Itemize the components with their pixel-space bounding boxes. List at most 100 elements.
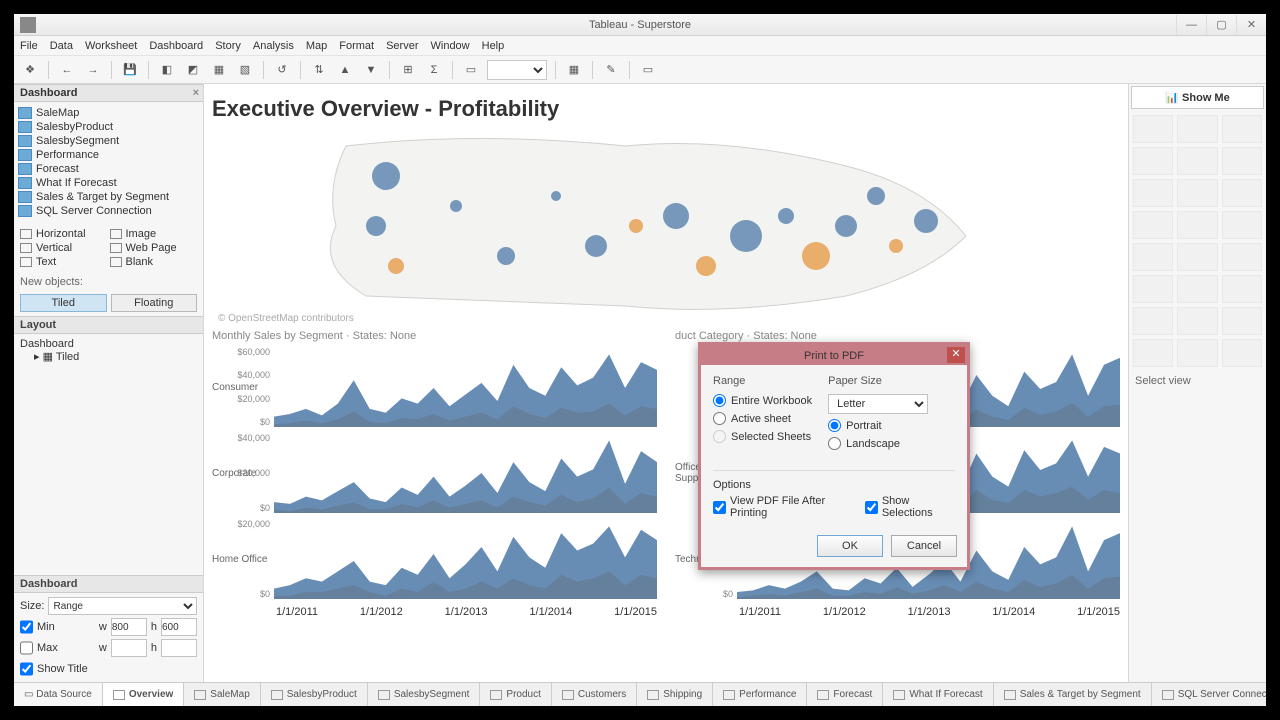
sheet-item[interactable]: Forecast bbox=[16, 162, 201, 176]
showme-thumb[interactable] bbox=[1177, 243, 1217, 271]
sale-map[interactable]: © OpenStreetMap contributors bbox=[214, 126, 1118, 326]
showme-thumb[interactable] bbox=[1133, 243, 1173, 271]
showme-thumb[interactable] bbox=[1177, 275, 1217, 303]
back-icon[interactable]: ← bbox=[57, 60, 77, 80]
show-selections-checkbox[interactable] bbox=[865, 501, 878, 514]
tab-salemap[interactable]: SaleMap bbox=[184, 683, 260, 706]
landscape-radio[interactable] bbox=[828, 437, 841, 450]
clear-icon[interactable]: ↺ bbox=[272, 60, 292, 80]
showme-thumb[interactable] bbox=[1177, 179, 1217, 207]
area-chart[interactable]: Home Office$20,000$0 bbox=[212, 518, 657, 600]
menu-story[interactable]: Story bbox=[215, 40, 241, 52]
sheet-item[interactable]: SalesbySegment bbox=[16, 134, 201, 148]
min-checkbox[interactable] bbox=[20, 618, 33, 636]
tab-sql-server-connection[interactable]: SQL Server Connection bbox=[1152, 683, 1266, 706]
totals-icon[interactable]: Σ bbox=[424, 60, 444, 80]
tab-overview[interactable]: Overview bbox=[103, 683, 184, 706]
menu-dashboard[interactable]: Dashboard bbox=[149, 40, 203, 52]
show-cards-icon[interactable]: ▦ bbox=[564, 60, 584, 80]
tab-shipping[interactable]: Shipping bbox=[637, 683, 713, 706]
presentation-icon[interactable]: ▭ bbox=[638, 60, 658, 80]
showme-thumb[interactable] bbox=[1177, 115, 1217, 143]
duplicate-icon[interactable]: ▧ bbox=[235, 60, 255, 80]
paper-size-select[interactable]: Letter bbox=[828, 394, 928, 414]
fit-icon[interactable]: ▭ bbox=[461, 60, 481, 80]
sheet-item[interactable]: Performance bbox=[16, 148, 201, 162]
show-title-checkbox[interactable] bbox=[20, 660, 33, 678]
showme-thumb[interactable] bbox=[1222, 179, 1262, 207]
sheet-item[interactable]: Sales & Target by Segment bbox=[16, 190, 201, 204]
sheet-item[interactable]: What If Forecast bbox=[16, 176, 201, 190]
tab-data-source[interactable]: ▭ Data Source bbox=[14, 683, 103, 706]
showme-thumb[interactable] bbox=[1222, 339, 1262, 367]
view-after-checkbox[interactable] bbox=[713, 501, 726, 514]
dialog-close-button[interactable]: ✕ bbox=[947, 347, 965, 363]
showme-header[interactable]: 📊 Show Me bbox=[1131, 86, 1264, 109]
object-text[interactable]: Text bbox=[20, 256, 108, 268]
tiled-button[interactable]: Tiled bbox=[20, 294, 107, 312]
portrait-radio[interactable] bbox=[828, 419, 841, 432]
menu-analysis[interactable]: Analysis bbox=[253, 40, 294, 52]
menu-window[interactable]: Window bbox=[431, 40, 470, 52]
sheet-item[interactable]: SQL Server Connection bbox=[16, 204, 201, 218]
forward-icon[interactable]: → bbox=[83, 60, 103, 80]
save-icon[interactable]: 💾 bbox=[120, 60, 140, 80]
showme-thumb[interactable] bbox=[1133, 179, 1173, 207]
sheet-item[interactable]: SaleMap bbox=[16, 106, 201, 120]
auto-update-icon[interactable]: ◩ bbox=[183, 60, 203, 80]
object-horizontal[interactable]: Horizontal bbox=[20, 228, 108, 240]
menu-map[interactable]: Map bbox=[306, 40, 327, 52]
fit-select[interactable] bbox=[487, 60, 547, 80]
panel-close-icon[interactable]: × bbox=[193, 87, 199, 99]
tab-salesbysegment[interactable]: SalesbySegment bbox=[368, 683, 481, 706]
showme-thumb[interactable] bbox=[1133, 339, 1173, 367]
sort-desc-icon[interactable]: ▼ bbox=[361, 60, 381, 80]
showme-thumb[interactable] bbox=[1133, 275, 1173, 303]
menu-help[interactable]: Help bbox=[482, 40, 505, 52]
showme-thumb[interactable] bbox=[1222, 211, 1262, 239]
menu-file[interactable]: File bbox=[20, 40, 38, 52]
tab-performance[interactable]: Performance bbox=[713, 683, 807, 706]
swap-icon[interactable]: ⇅ bbox=[309, 60, 329, 80]
tab-customers[interactable]: Customers bbox=[552, 683, 637, 706]
showme-thumb[interactable] bbox=[1133, 115, 1173, 143]
min-w-input[interactable] bbox=[111, 618, 147, 636]
max-w-input[interactable] bbox=[111, 639, 147, 657]
min-h-input[interactable] bbox=[161, 618, 197, 636]
showme-thumb[interactable] bbox=[1133, 307, 1173, 335]
showme-thumb[interactable] bbox=[1177, 211, 1217, 239]
showme-thumb[interactable] bbox=[1177, 147, 1217, 175]
showme-thumb[interactable] bbox=[1222, 307, 1262, 335]
ok-button[interactable]: OK bbox=[817, 535, 883, 557]
cancel-button[interactable]: Cancel bbox=[891, 535, 957, 557]
object-web-page[interactable]: Web Page bbox=[110, 242, 198, 254]
tab-salesbyproduct[interactable]: SalesbyProduct bbox=[261, 683, 368, 706]
showme-thumb[interactable] bbox=[1222, 115, 1262, 143]
menu-server[interactable]: Server bbox=[386, 40, 418, 52]
tableau-logo-icon[interactable]: ❖ bbox=[20, 60, 40, 80]
max-checkbox[interactable] bbox=[20, 639, 33, 657]
object-blank[interactable]: Blank bbox=[110, 256, 198, 268]
area-chart[interactable]: Corporate$40,000$20,000$0 bbox=[212, 432, 657, 514]
menu-format[interactable]: Format bbox=[339, 40, 374, 52]
tab-product[interactable]: Product bbox=[480, 683, 551, 706]
tab-what-if-forecast[interactable]: What If Forecast bbox=[883, 683, 993, 706]
new-data-icon[interactable]: ◧ bbox=[157, 60, 177, 80]
highlight-icon[interactable]: ✎ bbox=[601, 60, 621, 80]
showme-thumb[interactable] bbox=[1222, 243, 1262, 271]
showme-thumb[interactable] bbox=[1133, 211, 1173, 239]
range-entire-radio[interactable] bbox=[713, 394, 726, 407]
area-chart[interactable]: Consumer$60,000$40,000$20,000$0 bbox=[212, 346, 657, 428]
showme-thumb[interactable] bbox=[1222, 147, 1262, 175]
new-sheet-icon[interactable]: ▦ bbox=[209, 60, 229, 80]
object-image[interactable]: Image bbox=[110, 228, 198, 240]
max-h-input[interactable] bbox=[161, 639, 197, 657]
tab-sales-&-target-by-segment[interactable]: Sales & Target by Segment bbox=[994, 683, 1152, 706]
size-mode-select[interactable]: Range bbox=[48, 597, 197, 615]
showme-thumb[interactable] bbox=[1177, 307, 1217, 335]
sort-asc-icon[interactable]: ▲ bbox=[335, 60, 355, 80]
showme-thumb[interactable] bbox=[1177, 339, 1217, 367]
range-active-radio[interactable] bbox=[713, 412, 726, 425]
menu-worksheet[interactable]: Worksheet bbox=[85, 40, 137, 52]
menu-data[interactable]: Data bbox=[50, 40, 73, 52]
